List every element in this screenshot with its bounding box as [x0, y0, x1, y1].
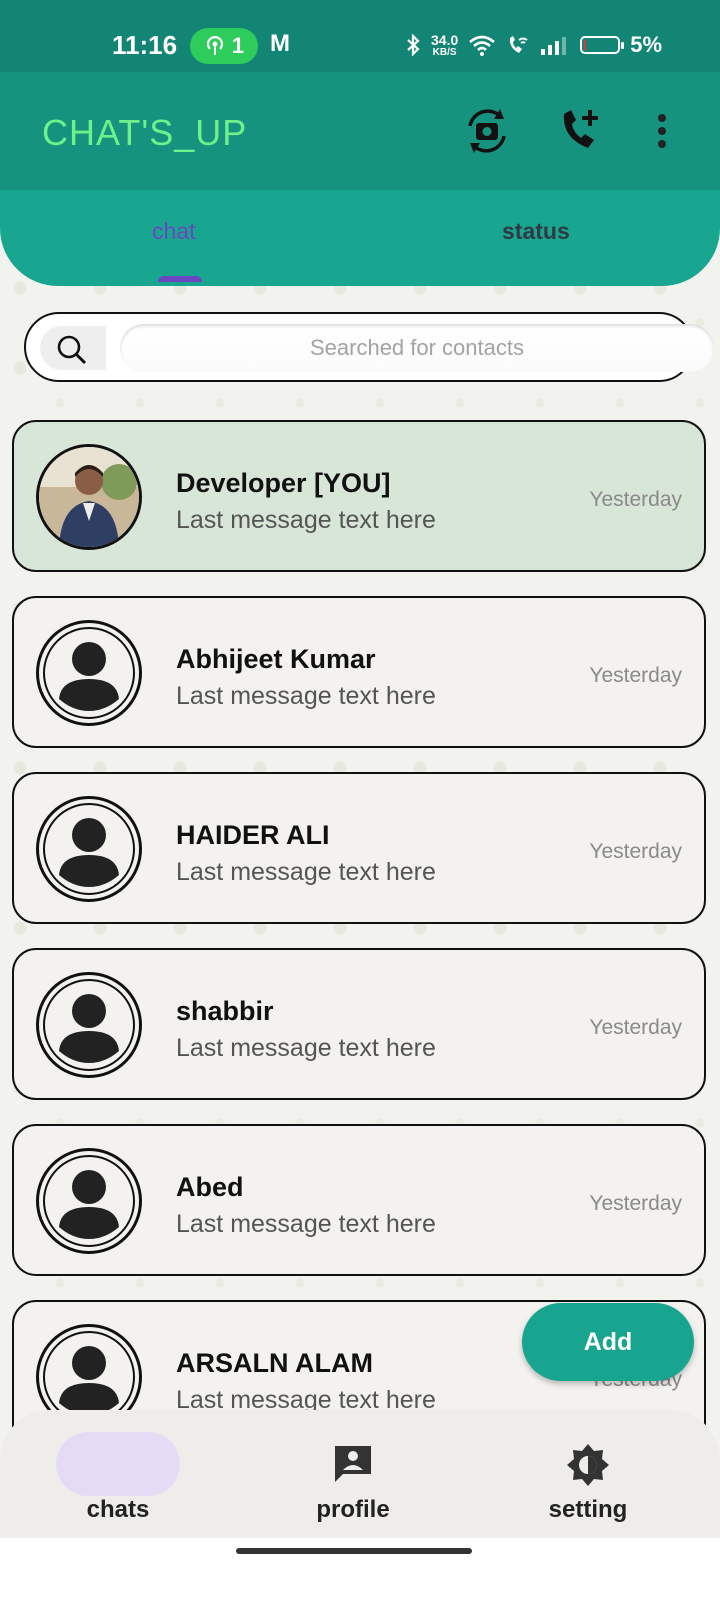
nav-profile[interactable]: profile — [263, 1430, 443, 1523]
contact-name: Developer [YOU] — [176, 468, 391, 498]
nav-setting-label: setting — [548, 1496, 628, 1523]
tab-status[interactable]: status — [502, 218, 570, 245]
add-button[interactable]: Add — [522, 1303, 694, 1381]
add-call-icon[interactable] — [560, 104, 604, 159]
app-title: CHAT'S_UP — [42, 112, 248, 153]
brightness-icon — [567, 1444, 609, 1486]
contact-name: ARSALN ALAM — [176, 1348, 373, 1378]
network-speed-unit: KB/S — [432, 46, 457, 58]
chat-list-item[interactable]: shabbir Last message text here Yesterday — [12, 948, 706, 1100]
chat-list: Developer [YOU] Last message text here Yes… — [12, 420, 710, 1440]
contact-name: Abhijeet Kumar — [176, 644, 376, 674]
search-icon[interactable] — [40, 326, 106, 370]
camera-switch-icon[interactable] — [460, 104, 514, 163]
last-message: Last message text here — [176, 858, 436, 886]
hotspot-icon — [206, 36, 223, 55]
app-bar: CHAT'S_UP — [0, 72, 720, 190]
mail-icon: M — [270, 30, 290, 57]
status-time: 11:16 — [112, 30, 178, 60]
profile-card-icon — [335, 1446, 371, 1482]
hotspot-badge: 1 — [190, 28, 258, 64]
wifi-icon — [469, 35, 496, 56]
last-message: Last message text here — [176, 1034, 436, 1062]
default-avatar-icon[interactable] — [36, 620, 142, 726]
tab-indicator — [158, 276, 202, 282]
message-time: Yesterday — [589, 664, 682, 687]
more-vert-icon[interactable] — [650, 112, 674, 157]
last-message: Last message text here — [176, 1210, 436, 1238]
last-message: Last message text here — [176, 506, 436, 534]
chat-list-item[interactable]: Abhijeet Kumar Last message text here Yest… — [12, 596, 706, 748]
status-bar: 11:16 1 M 34.0 KB/S 5% — [0, 0, 720, 72]
nav-profile-label: profile — [316, 1496, 390, 1523]
nav-selected-indicator — [56, 1432, 180, 1496]
profile-photo-avatar[interactable] — [36, 444, 142, 550]
network-speed: 34.0 KB/S — [431, 33, 458, 58]
battery-icon — [580, 36, 625, 54]
search-bar — [24, 312, 714, 382]
wifi-calling-icon — [510, 36, 528, 53]
contact-name: HAIDER ALI — [176, 820, 330, 850]
default-avatar-icon[interactable] — [36, 972, 142, 1078]
chat-list-item[interactable]: HAIDER ALI Last message text here Yesterda… — [12, 772, 706, 924]
contact-name: shabbir — [176, 996, 274, 1026]
tab-bar: chat status — [0, 190, 720, 286]
hotspot-count: 1 — [231, 33, 245, 58]
status-right: 34.0 KB/S 5% — [405, 32, 662, 58]
contact-name: Abed — [176, 1172, 244, 1202]
network-speed-value: 34.0 — [431, 31, 459, 48]
battery-level — [584, 40, 587, 50]
nav-setting[interactable]: setting — [498, 1430, 678, 1523]
message-time: Yesterday — [589, 1192, 682, 1215]
chat-list-item[interactable]: Developer [YOU] Last message text here Yes… — [12, 420, 706, 572]
message-time: Yesterday — [589, 840, 682, 863]
message-time: Yesterday — [589, 488, 682, 511]
chat-list-item[interactable]: Abed Last message text here Yesterday — [12, 1124, 706, 1276]
search-input[interactable] — [120, 324, 714, 372]
nav-chats-label: chats — [86, 1496, 150, 1523]
signal-icon — [541, 37, 567, 55]
last-message: Last message text here — [176, 682, 436, 710]
home-indicator[interactable] — [236, 1548, 472, 1554]
default-avatar-icon[interactable] — [36, 796, 142, 902]
tab-chat[interactable]: chat — [152, 218, 195, 245]
message-time: Yesterday — [589, 1016, 682, 1039]
battery-percent: 5% — [630, 32, 663, 57]
default-avatar-icon[interactable] — [36, 1148, 142, 1254]
bluetooth-icon — [407, 34, 420, 56]
